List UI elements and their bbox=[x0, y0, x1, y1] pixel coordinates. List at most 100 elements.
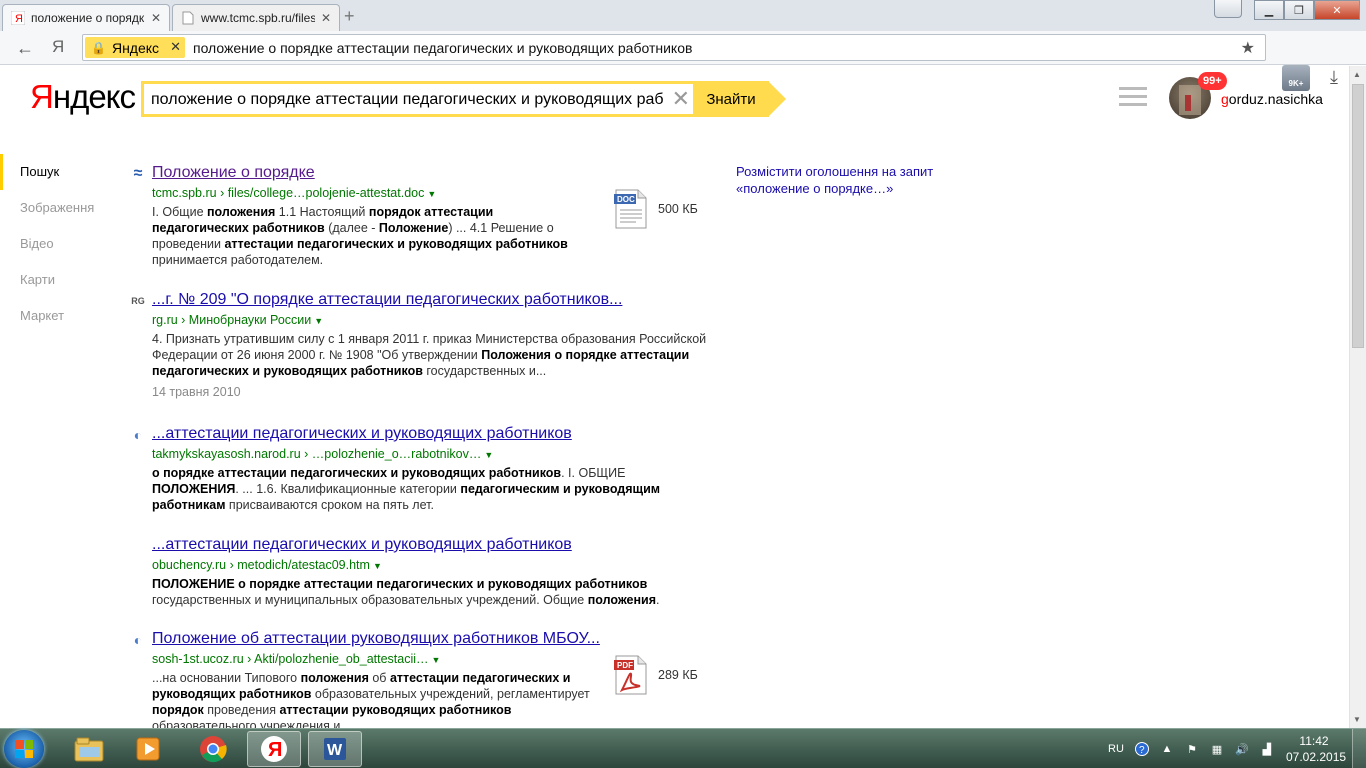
download-icon[interactable]: ⤓ bbox=[1330, 67, 1338, 88]
word-taskbar-icon[interactable]: W bbox=[308, 731, 362, 767]
search-results: ≈ Положение о порядке tcmc.spb.ru › file… bbox=[130, 162, 710, 738]
result-url[interactable]: rg.ru › Минобрнауки России ▼ bbox=[152, 311, 710, 330]
scroll-up-icon[interactable]: ▲ bbox=[1353, 70, 1361, 79]
browser-titlebar: Я положение о порядк ✕ www.tcmc.spb.ru/f… bbox=[0, 0, 1366, 31]
user-name-initial: g bbox=[1221, 91, 1229, 107]
address-bar[interactable]: 🔒 Яндекс ✕ положение о порядке аттестаци… bbox=[82, 34, 1266, 61]
nav-images[interactable]: Зображення bbox=[0, 190, 110, 226]
show-desktop-button[interactable] bbox=[1352, 729, 1366, 768]
yandex-logo[interactable]: Яндекс bbox=[30, 78, 136, 116]
site-favicon-icon: ≈ bbox=[133, 165, 143, 182]
nav-maps[interactable]: Карти bbox=[0, 262, 110, 298]
search-type-nav: Пошук Зображення Відео Карти Маркет bbox=[0, 154, 110, 334]
search-settings-icon[interactable] bbox=[1119, 87, 1147, 111]
svg-text:DOC: DOC bbox=[617, 195, 635, 204]
clock-date: 07.02.2015 bbox=[1286, 750, 1347, 764]
network-icon[interactable]: ▦ bbox=[1209, 741, 1225, 757]
rg-icon-text: RG bbox=[131, 296, 145, 306]
find-button[interactable]: Знайти bbox=[693, 81, 769, 117]
file-size: 500 КБ bbox=[658, 202, 698, 216]
media-player-taskbar-icon[interactable] bbox=[122, 731, 176, 767]
search-input[interactable] bbox=[151, 89, 663, 111]
minimize-icon[interactable]: ▁ bbox=[1254, 0, 1284, 20]
url-menu-icon[interactable]: ▼ bbox=[432, 655, 441, 665]
tray-expand-icon[interactable]: ▲ bbox=[1159, 741, 1175, 757]
result-snippet: ПОЛОЖЕНИЕ о порядке аттестации педагогич… bbox=[152, 577, 660, 607]
tab-title: www.tcmc.spb.ru/files bbox=[201, 11, 315, 25]
restore-icon[interactable]: ❐ bbox=[1284, 0, 1314, 20]
nav-video[interactable]: Відео bbox=[0, 226, 110, 262]
nav-search[interactable]: Пошук bbox=[0, 154, 110, 190]
language-indicator[interactable]: RU bbox=[1108, 743, 1124, 755]
svg-text:?: ? bbox=[1139, 745, 1145, 756]
result-title-link[interactable]: ...аттестации педагогических и руководящ… bbox=[152, 423, 710, 445]
profile-slot[interactable] bbox=[1214, 0, 1242, 18]
find-button-arrow bbox=[768, 81, 786, 117]
search-result: ◐ Положение об аттестации руководящих ра… bbox=[130, 628, 710, 738]
scroll-thumb[interactable] bbox=[1352, 84, 1364, 348]
flag-icon[interactable]: ⚑ bbox=[1184, 741, 1200, 757]
result-title-link[interactable]: Положение об аттестации руководящих рабо… bbox=[152, 628, 710, 650]
result-title-link[interactable]: Положение о порядке bbox=[152, 162, 710, 184]
explorer-taskbar-icon[interactable] bbox=[62, 731, 116, 767]
windows-taskbar: Я W RU ? ▲ ⚑ ▦ 🔊 ▟ 11:42 07.02.2015 bbox=[0, 728, 1366, 768]
result-title-link[interactable]: ...г. № 209 "О порядке аттестации педаго… bbox=[152, 289, 710, 311]
url-menu-icon[interactable]: ▼ bbox=[484, 450, 493, 460]
signal-icon[interactable]: ▟ bbox=[1259, 741, 1275, 757]
url-menu-icon[interactable]: ▼ bbox=[427, 189, 436, 199]
bookmark-star-icon[interactable]: ★ bbox=[1241, 38, 1255, 58]
tab-title: положение о порядк bbox=[31, 11, 145, 25]
user-name-rest: orduz.nasichka bbox=[1228, 91, 1323, 107]
taskbar-clock[interactable]: 11:42 07.02.2015 bbox=[1286, 733, 1347, 765]
back-arrow-icon[interactable]: ← bbox=[16, 38, 34, 59]
place-ad-link[interactable]: Розмістити оголошення на запит «положени… bbox=[736, 163, 933, 197]
window-close-icon[interactable]: ✕ bbox=[1314, 0, 1360, 20]
url-menu-icon[interactable]: ▼ bbox=[314, 316, 323, 326]
svg-text:W: W bbox=[327, 742, 343, 759]
result-url[interactable]: takmykskayasosh.narod.ru › …polozhenie_o… bbox=[152, 445, 710, 464]
notification-badge[interactable]: 99+ bbox=[1198, 72, 1227, 90]
logo-rest: ндекс bbox=[52, 78, 136, 115]
result-snippet: I. Общие положения 1.1 Настоящий порядок… bbox=[152, 205, 568, 267]
tab-close-icon[interactable]: ✕ bbox=[321, 11, 331, 25]
windows-logo-icon bbox=[15, 740, 33, 758]
url-menu-icon[interactable]: ▼ bbox=[373, 561, 382, 571]
doc-file-icon: DOC bbox=[614, 188, 648, 230]
volume-icon[interactable]: 🔊 bbox=[1234, 741, 1250, 757]
result-title-link[interactable]: ...аттестации педагогических и руководящ… bbox=[152, 534, 710, 556]
result-url-text: rg.ru › Минобрнауки России bbox=[152, 313, 312, 327]
pdf-file-icon: PDF bbox=[614, 654, 648, 696]
result-snippet: 4. Признать утратившим силу с 1 января 2… bbox=[152, 332, 707, 378]
logo-ya: Я bbox=[30, 78, 54, 115]
help-icon[interactable]: ? bbox=[1134, 741, 1150, 757]
result-url-text: takmykskayasosh.narod.ru › …polozhenie_o… bbox=[152, 447, 482, 461]
start-button[interactable] bbox=[4, 730, 44, 768]
yandex-browser-taskbar-icon[interactable]: Я bbox=[247, 731, 301, 767]
tab-yandex-search[interactable]: Я положение о порядк ✕ bbox=[2, 4, 170, 31]
result-url[interactable]: obuchency.ru › metodich/atestac09.htm ▼ bbox=[152, 556, 710, 575]
search-box: ✕ bbox=[141, 81, 696, 117]
clear-search-icon[interactable]: ✕ bbox=[672, 87, 690, 111]
tab-close-icon[interactable]: ✕ bbox=[151, 11, 161, 25]
search-result: ≈ Положение о порядке tcmc.spb.ru › file… bbox=[130, 162, 710, 289]
result-url-text: sosh-1st.ucoz.ru › Akti/polozhenie_ob_at… bbox=[152, 652, 429, 666]
chrome-taskbar-icon[interactable] bbox=[186, 731, 240, 767]
svg-text:Я: Я bbox=[268, 739, 282, 761]
scroll-down-icon[interactable]: ▼ bbox=[1353, 715, 1361, 724]
page-scrollbar[interactable]: ▲ ▼ bbox=[1349, 66, 1366, 728]
page-favicon-icon bbox=[181, 11, 195, 25]
new-tab-icon[interactable]: + bbox=[344, 6, 355, 27]
yandex-home-icon[interactable]: Я bbox=[52, 37, 64, 57]
search-engine-label: Яндекс bbox=[111, 39, 160, 56]
search-result: ...аттестации педагогических и руководящ… bbox=[130, 534, 710, 628]
tab-tcmc[interactable]: www.tcmc.spb.ru/files ✕ bbox=[172, 4, 340, 31]
address-text[interactable]: положение о порядке аттестации педагогич… bbox=[193, 40, 692, 56]
chip-close-icon[interactable]: ✕ bbox=[170, 39, 181, 55]
search-engine-chip[interactable]: 🔒 Яндекс ✕ bbox=[85, 37, 185, 58]
user-name[interactable]: gorduz.nasichka bbox=[1221, 91, 1323, 107]
nav-market[interactable]: Маркет bbox=[0, 298, 110, 334]
lock-icon: 🔒 bbox=[91, 40, 106, 55]
extension-icon[interactable]: 9K+ bbox=[1282, 65, 1310, 91]
narod-favicon-icon: ◐ bbox=[133, 427, 143, 443]
file-info: DOC 500 КБ bbox=[614, 188, 698, 230]
